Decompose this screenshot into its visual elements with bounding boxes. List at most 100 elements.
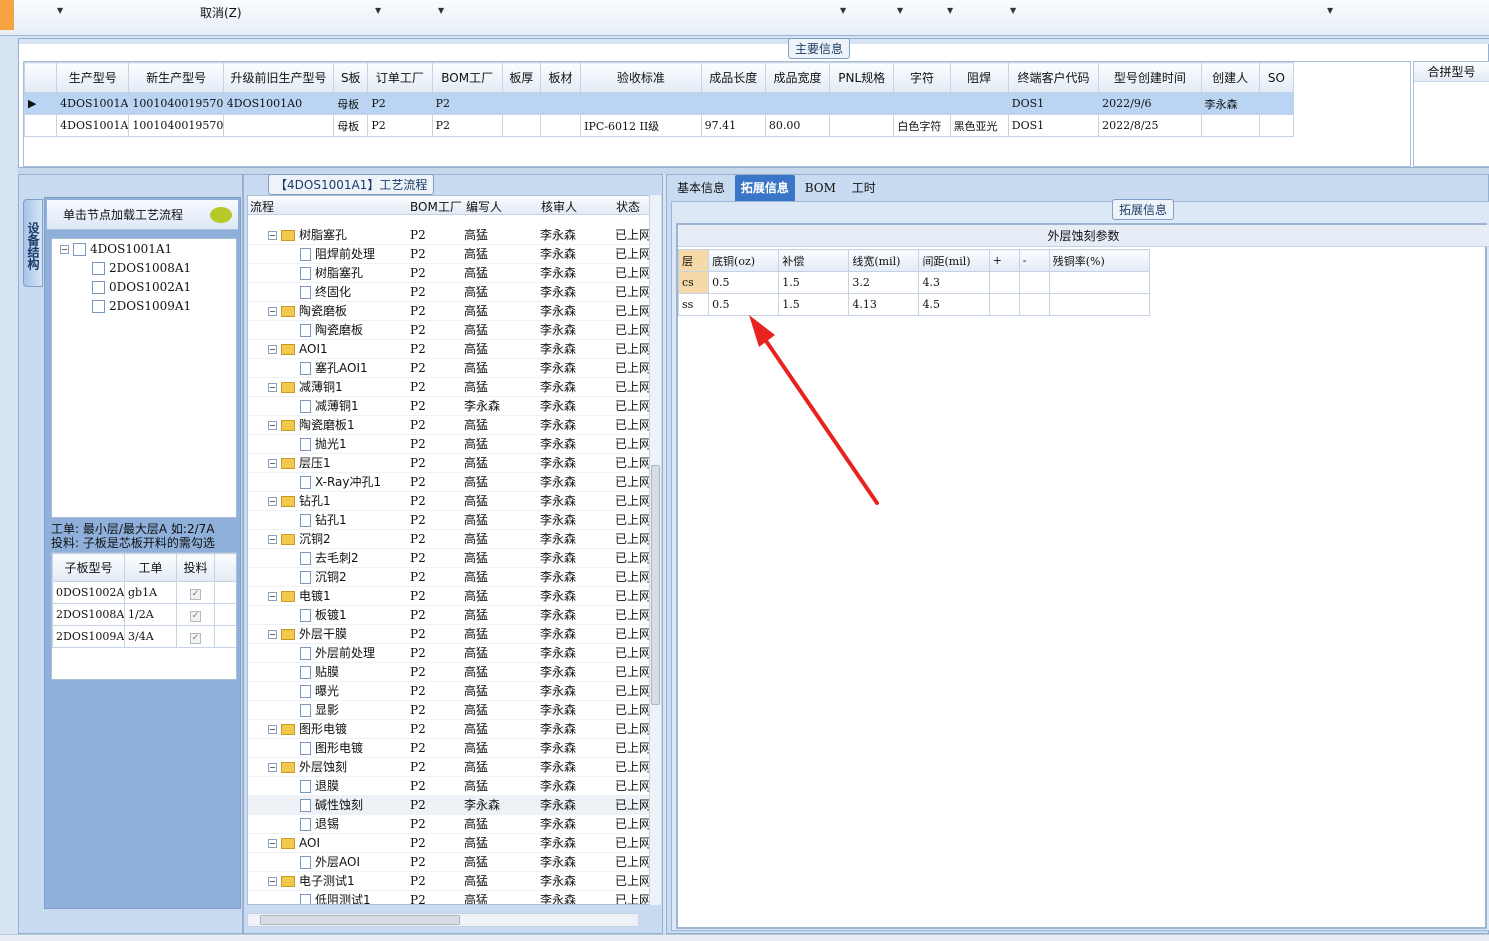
checkbox[interactable]: ✓ bbox=[190, 632, 201, 644]
bom-factory-cell[interactable]: P2 bbox=[410, 473, 426, 492]
table-cell[interactable]: P2 bbox=[431, 92, 503, 115]
feed-checkbox-cell[interactable]: ✓ bbox=[176, 625, 215, 648]
writer-cell[interactable]: 高猛 bbox=[464, 587, 488, 606]
writer-cell[interactable]: 高猛 bbox=[464, 302, 488, 321]
process-step[interactable]: 退膜 bbox=[300, 777, 339, 796]
chevron-down-icon[interactable]: ▼ bbox=[947, 6, 953, 15]
bom-factory-cell[interactable]: P2 bbox=[410, 283, 426, 302]
table-cell[interactable]: 1/2A bbox=[124, 603, 177, 626]
reviewer-cell[interactable]: 李永森 bbox=[540, 758, 576, 777]
process-step[interactable]: 抛光1 bbox=[300, 435, 347, 454]
table-cell[interactable]: 80.00 bbox=[764, 114, 831, 137]
table-cell[interactable] bbox=[829, 114, 895, 137]
col-header[interactable]: 阻焊 bbox=[949, 62, 1009, 93]
status-cell[interactable]: 已上网 bbox=[615, 663, 650, 682]
collapse-icon[interactable]: − bbox=[268, 345, 277, 354]
table-cell[interactable] bbox=[893, 92, 951, 115]
bom-factory-cell[interactable]: P2 bbox=[410, 264, 426, 283]
process-row[interactable]: − 陶瓷磨板1 P2 高猛 李永森 已上网 bbox=[248, 416, 650, 435]
process-step[interactable]: X-Ray冲孔1 bbox=[300, 473, 381, 492]
table-cell[interactable]: 4.5 bbox=[918, 293, 990, 316]
writer-cell[interactable]: 高猛 bbox=[464, 511, 488, 530]
bom-factory-cell[interactable]: P2 bbox=[410, 644, 426, 663]
side-tab-device-structure[interactable]: 设备结构 bbox=[23, 199, 43, 287]
process-row[interactable]: 碱性蚀刻 P2 李永森 李永森 已上网 bbox=[248, 796, 650, 815]
reviewer-cell[interactable]: 李永森 bbox=[540, 568, 576, 587]
reviewer-cell[interactable]: 李永森 bbox=[540, 777, 576, 796]
table-cell[interactable] bbox=[988, 293, 1020, 316]
reviewer-cell[interactable]: 李永森 bbox=[540, 891, 576, 904]
process-row[interactable]: X-Ray冲孔1 P2 高猛 李永森 已上网 bbox=[248, 473, 650, 492]
process-group[interactable]: − 电镀1 bbox=[268, 587, 331, 606]
writer-cell[interactable]: 高猛 bbox=[464, 530, 488, 549]
table-cell[interactable]: 0DOS1002A1 bbox=[52, 581, 125, 604]
table-row[interactable]: 2DOS1009A1 3/4A ✓ bbox=[52, 625, 236, 648]
reviewer-cell[interactable]: 李永森 bbox=[540, 587, 576, 606]
status-cell[interactable]: 已上网 bbox=[615, 511, 650, 530]
process-row[interactable]: − 沉铜2 P2 高猛 李永森 已上网 bbox=[248, 530, 650, 549]
status-cell[interactable]: 已上网 bbox=[615, 359, 650, 378]
bom-factory-cell[interactable]: P2 bbox=[410, 587, 426, 606]
chevron-down-icon[interactable]: ▼ bbox=[438, 6, 444, 15]
bom-factory-cell[interactable]: P2 bbox=[410, 340, 426, 359]
writer-cell[interactable]: 高猛 bbox=[464, 359, 488, 378]
table-cell[interactable]: 母板 bbox=[333, 114, 369, 137]
table-cell[interactable] bbox=[501, 92, 541, 115]
table-cell[interactable] bbox=[539, 114, 582, 137]
writer-cell[interactable]: 高猛 bbox=[464, 283, 488, 302]
process-group[interactable]: − 沉铜2 bbox=[268, 530, 331, 549]
bom-factory-cell[interactable]: P2 bbox=[410, 359, 426, 378]
collapse-icon[interactable]: − bbox=[268, 421, 277, 430]
writer-cell[interactable]: 高猛 bbox=[464, 739, 488, 758]
status-cell[interactable]: 已上网 bbox=[615, 777, 650, 796]
col-header[interactable]: 残铜率(%) bbox=[1048, 249, 1151, 272]
col-header[interactable]: - bbox=[1018, 249, 1050, 272]
process-row[interactable]: 去毛刺2 P2 高猛 李永森 已上网 bbox=[248, 549, 650, 568]
status-cell[interactable]: 已上网 bbox=[615, 340, 650, 359]
process-row[interactable]: − 外层蚀刻 P2 高猛 李永森 已上网 bbox=[248, 758, 650, 777]
status-cell[interactable]: 已上网 bbox=[615, 245, 650, 264]
status-cell[interactable]: 已上网 bbox=[615, 492, 650, 511]
status-cell[interactable]: 已上网 bbox=[615, 625, 650, 644]
status-cell[interactable]: 已上网 bbox=[615, 530, 650, 549]
writer-cell[interactable]: 高猛 bbox=[464, 378, 488, 397]
status-cell[interactable]: 已上网 bbox=[615, 378, 650, 397]
writer-cell[interactable]: 高猛 bbox=[464, 321, 488, 340]
bom-factory-cell[interactable]: P2 bbox=[410, 416, 426, 435]
process-row[interactable]: 减薄铜1 P2 李永森 李永森 已上网 bbox=[248, 397, 650, 416]
table-row[interactable]: ▶ 4DOS1001A1 10010400195703 4DOS1001A0 母板 P2 P… bbox=[24, 92, 1295, 115]
table-row[interactable]: cs 0.5 1.5 3.2 4.3 bbox=[677, 271, 1151, 294]
table-cell[interactable]: 母板 bbox=[333, 92, 369, 115]
process-group[interactable]: − 钻孔1 bbox=[268, 492, 331, 511]
process-step[interactable]: 钻孔1 bbox=[300, 511, 347, 530]
reviewer-cell[interactable]: 李永森 bbox=[540, 245, 576, 264]
structure-tree[interactable]: −4DOS1001A1 2DOS1008A1 0DOS1002A1 2DOS10… bbox=[51, 238, 237, 518]
table-cell[interactable] bbox=[539, 92, 582, 115]
process-row[interactable]: 陶瓷磨板 P2 高猛 李永森 已上网 bbox=[248, 321, 650, 340]
collapse-icon[interactable]: − bbox=[268, 763, 277, 772]
status-cell[interactable]: 已上网 bbox=[615, 321, 650, 340]
writer-cell[interactable]: 高猛 bbox=[464, 682, 488, 701]
table-cell[interactable]: 10010400195703 bbox=[128, 92, 224, 115]
writer-cell[interactable]: 李永森 bbox=[464, 796, 500, 815]
reviewer-cell[interactable]: 李永森 bbox=[540, 834, 576, 853]
status-cell[interactable]: 已上网 bbox=[615, 739, 650, 758]
writer-cell[interactable]: 高猛 bbox=[464, 815, 488, 834]
bom-factory-cell[interactable]: P2 bbox=[410, 245, 426, 264]
status-cell[interactable]: 已上网 bbox=[615, 701, 650, 720]
process-group[interactable]: − 外层干膜 bbox=[268, 625, 347, 644]
bom-factory-cell[interactable]: P2 bbox=[410, 891, 426, 904]
table-cell[interactable]: 10010400195703 bbox=[128, 114, 224, 137]
col-header[interactable]: 创建人 bbox=[1200, 62, 1260, 93]
bom-factory-cell[interactable]: P2 bbox=[410, 720, 426, 739]
chevron-down-icon[interactable]: ▼ bbox=[1010, 6, 1016, 15]
writer-cell[interactable]: 高猛 bbox=[464, 720, 488, 739]
comment-icon[interactable] bbox=[210, 207, 232, 223]
chevron-down-icon[interactable]: ▼ bbox=[57, 6, 63, 15]
col-header[interactable]: 工单 bbox=[124, 553, 177, 582]
row-selector-header[interactable] bbox=[24, 62, 58, 93]
col-header[interactable]: 补偿 bbox=[778, 249, 850, 272]
table-cell[interactable] bbox=[1258, 114, 1295, 137]
writer-cell[interactable]: 李永森 bbox=[464, 397, 500, 416]
bom-factory-cell[interactable]: P2 bbox=[410, 397, 426, 416]
